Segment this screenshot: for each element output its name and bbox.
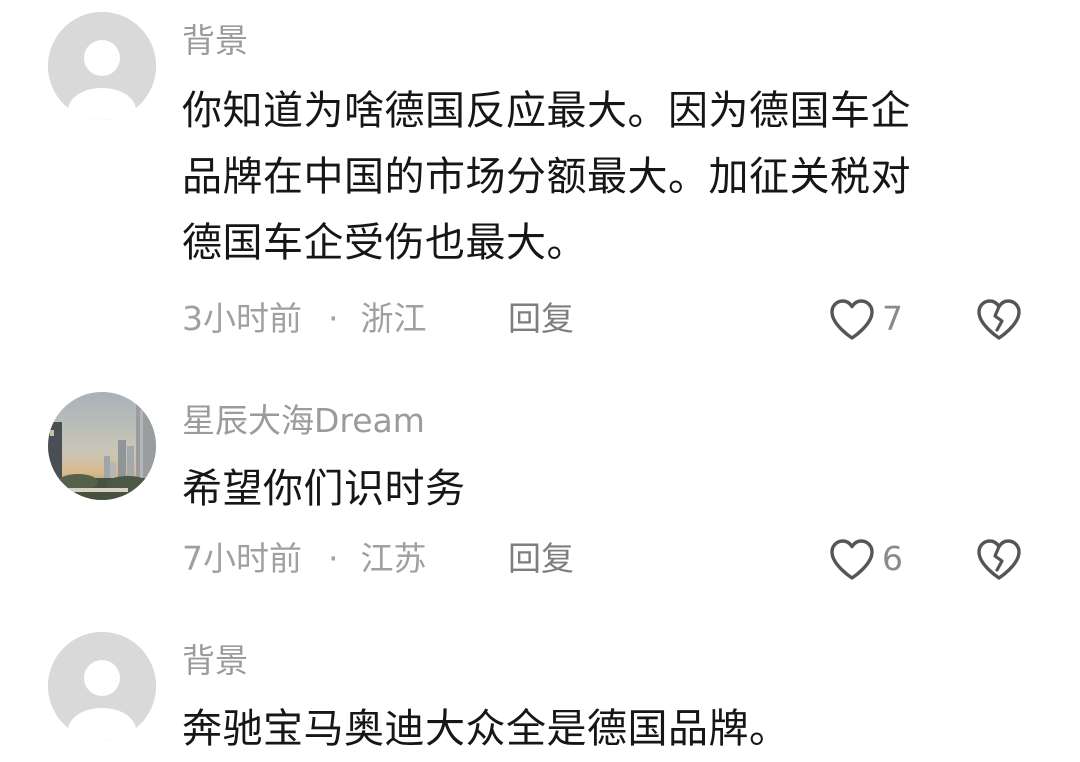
comment-text: 奔驰宝马奥迪大众全是德国品牌。 [182,696,1012,762]
avatar[interactable] [48,632,156,740]
default-avatar-icon [48,632,156,740]
comment-username[interactable]: 背景 [182,640,248,682]
comment-text-line: 奔驰宝马奥迪大众全是德国品牌。 [182,706,790,752]
comment-item: 背景 奔驰宝马奥迪大众全是德国品牌。 [0,0,1080,757]
